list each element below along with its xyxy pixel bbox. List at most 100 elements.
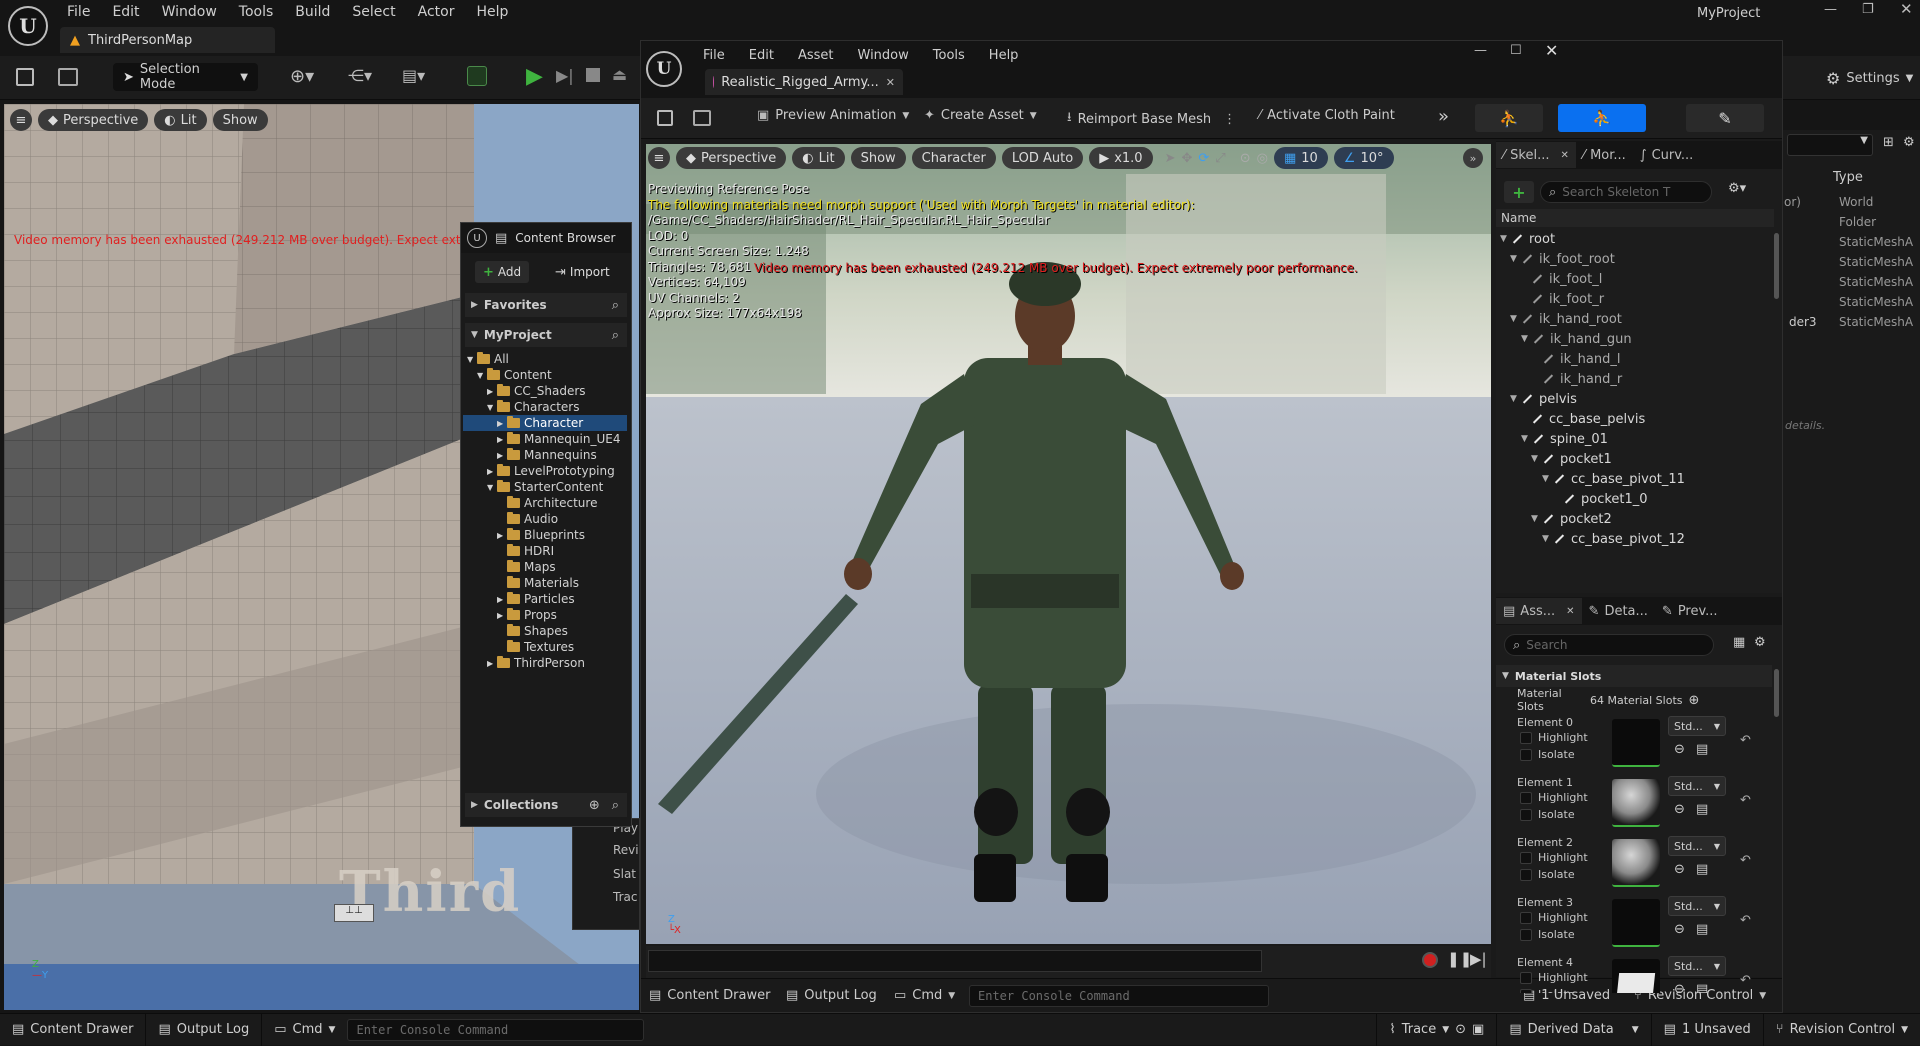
- use-selected-icon[interactable]: ⊖: [1674, 982, 1685, 993]
- expander-icon[interactable]: ▼: [1510, 394, 1521, 404]
- output-log-button[interactable]: ▤ Output Log: [146, 1013, 263, 1046]
- add-button[interactable]: + Add: [475, 261, 530, 283]
- menu-file[interactable]: File: [56, 4, 101, 20]
- bone-row[interactable]: ▼ ik_hand_gun: [1500, 329, 1772, 349]
- close-tab-icon[interactable]: ✕: [886, 76, 895, 89]
- hamburger-menu-icon[interactable]: ≡: [648, 147, 670, 169]
- folder-item[interactable]: ▶ Blueprints: [467, 527, 627, 543]
- material-thumbnail[interactable]: [1612, 839, 1660, 887]
- search-icon[interactable]: ⌕: [612, 298, 619, 313]
- use-selected-icon[interactable]: ⊖: [1674, 862, 1685, 877]
- use-selected-icon[interactable]: ⊖: [1674, 742, 1685, 757]
- expand-toolbar-icon[interactable]: »: [1438, 106, 1449, 127]
- show-button[interactable]: Show: [850, 147, 906, 169]
- bone-row[interactable]: ▼ pocket1: [1500, 449, 1772, 469]
- add-actor-icon[interactable]: ⊕▾: [290, 66, 314, 87]
- bone-row[interactable]: ▼ ik_hand_root: [1500, 309, 1772, 329]
- isolate-checkbox[interactable]: Isolate: [1520, 988, 1575, 993]
- content-drawer-button[interactable]: ▤ Content Drawer: [0, 1013, 147, 1046]
- isolate-checkbox[interactable]: Isolate: [1520, 928, 1575, 941]
- browse-asset-icon[interactable]: ▤: [1696, 922, 1708, 937]
- tab-morph[interactable]: ⁄ Mor...: [1576, 142, 1633, 168]
- browse-asset-icon[interactable]: ▤: [1696, 862, 1708, 877]
- unsaved-button[interactable]: ▤ 1 Unsaved: [1652, 1013, 1764, 1046]
- close-icon[interactable]: ✕: [1545, 41, 1558, 60]
- surface-snap-icon[interactable]: ◎: [1257, 151, 1268, 166]
- material-dropdown[interactable]: Std... ▼: [1668, 896, 1726, 916]
- expander-icon[interactable]: ▼: [1510, 314, 1521, 324]
- eject-icon[interactable]: ⏏: [612, 65, 627, 84]
- folder-item[interactable]: ▼ Characters: [467, 399, 627, 415]
- expander-icon[interactable]: ▼: [1531, 514, 1542, 524]
- settings-button[interactable]: ⚙ Settings ▼: [1826, 64, 1913, 92]
- menu-build[interactable]: Build: [284, 4, 341, 20]
- expander-icon[interactable]: ▼: [1531, 454, 1542, 464]
- pause-icon[interactable]: ❚❚: [1447, 950, 1472, 968]
- folder-item[interactable]: Audio: [467, 511, 627, 527]
- partial-menu-item[interactable]: Trac: [613, 890, 637, 904]
- character-viewport[interactable]: ≡ ◆ Perspective ◐ Lit Show Character LOD A…: [646, 144, 1491, 944]
- add-bone-button[interactable]: +: [1504, 181, 1534, 203]
- material-slots-section[interactable]: ▼ Material Slots: [1496, 665, 1772, 687]
- cloth-paint-button[interactable]: ⁄ Activate Cloth Paint: [1259, 108, 1395, 123]
- material-thumbnail[interactable]: [1612, 779, 1660, 827]
- bone-row[interactable]: ▼ spine_01: [1500, 429, 1772, 449]
- show-button[interactable]: Show: [212, 109, 268, 131]
- outliner-row[interactable]: StaticMeshA: [1783, 232, 1920, 252]
- record-trace-icon[interactable]: ⊙: [1455, 1022, 1466, 1037]
- bone-row[interactable]: ▼ cc_base_pivot_12: [1500, 529, 1772, 549]
- menu-edit[interactable]: Edit: [101, 4, 150, 20]
- reset-icon[interactable]: ↶: [1740, 793, 1751, 808]
- more-options-icon[interactable]: ⋮: [1223, 112, 1236, 127]
- player-start-icon[interactable]: ⊥⊥: [334, 904, 374, 922]
- folder-item[interactable]: ▶ Mannequin_UE4: [467, 431, 627, 447]
- console-input[interactable]: Enter Console Command: [347, 1018, 645, 1041]
- outliner-row[interactable]: Folder: [1783, 212, 1920, 232]
- close-tab-icon[interactable]: ✕: [1566, 606, 1574, 617]
- unreal-logo-icon[interactable]: U: [646, 51, 682, 87]
- expander-icon[interactable]: ▼: [1521, 434, 1532, 444]
- map-tab[interactable]: ▲ ThirdPersonMap: [60, 27, 275, 53]
- asset-tab[interactable]: Realistic_Rigged_Army... ✕: [705, 69, 903, 95]
- project-section[interactable]: ▼ MyProject ⌕: [465, 323, 627, 347]
- step-icon[interactable]: ▶|: [556, 66, 574, 85]
- record-icon[interactable]: [1422, 952, 1438, 968]
- outliner-dropdown[interactable]: ▼: [1787, 134, 1873, 156]
- lod-button[interactable]: LOD Auto: [1001, 147, 1084, 169]
- menu-window[interactable]: Window: [151, 4, 228, 20]
- material-thumbnail[interactable]: [1612, 719, 1660, 767]
- add-collection-icon[interactable]: ⊕: [589, 798, 600, 813]
- add-slot-icon[interactable]: ⊕: [1689, 693, 1700, 708]
- cmd-dropdown[interactable]: ▭ Cmd ▼: [894, 988, 955, 1003]
- expander-icon[interactable]: ▼: [1542, 474, 1553, 484]
- tab-details[interactable]: ✎ Deta...: [1582, 598, 1655, 624]
- translate-icon[interactable]: ✥: [1181, 151, 1192, 166]
- use-selected-icon[interactable]: ⊖: [1674, 802, 1685, 817]
- rotation-snap-button[interactable]: ∠ 10°: [1333, 147, 1394, 169]
- outliner-row[interactable]: or) World: [1783, 192, 1920, 212]
- folder-item[interactable]: ▶ Props: [467, 607, 627, 623]
- name-column-header[interactable]: Name: [1496, 209, 1774, 227]
- play-button[interactable]: ▶: [526, 64, 543, 89]
- bone-row[interactable]: ik_hand_l: [1500, 349, 1772, 369]
- material-dropdown[interactable]: Std... ▼: [1668, 956, 1726, 976]
- folder-item[interactable]: ▶ ThirdPerson: [467, 655, 627, 671]
- console-input[interactable]: Enter Console Command: [969, 985, 1269, 1007]
- outliner-settings-icon[interactable]: ⚙: [1903, 135, 1915, 150]
- material-dropdown[interactable]: Std... ▼: [1668, 776, 1726, 796]
- highlight-checkbox[interactable]: Highlight: [1520, 971, 1588, 984]
- favorites-section[interactable]: ▶ Favorites ⌕: [465, 293, 627, 317]
- minimize-icon[interactable]: —: [1474, 43, 1487, 58]
- folder-item[interactable]: Materials: [467, 575, 627, 591]
- unreal-logo-icon[interactable]: U: [8, 6, 48, 46]
- screenshot-icon[interactable]: ▣: [1472, 1022, 1484, 1037]
- close-tab-icon[interactable]: ✕: [1561, 150, 1569, 161]
- expander-icon[interactable]: ▼: [1542, 534, 1553, 544]
- character-button[interactable]: Character: [911, 147, 996, 169]
- table-view-icon[interactable]: ▦: [1733, 635, 1745, 650]
- hamburger-menu-icon[interactable]: ≡: [10, 109, 32, 131]
- expander-icon[interactable]: ▼: [1500, 234, 1511, 244]
- search-icon[interactable]: ⌕: [612, 328, 619, 343]
- derived-data-dropdown[interactable]: ▤ Derived Data ▼: [1497, 1013, 1652, 1046]
- reset-icon[interactable]: ↶: [1740, 973, 1751, 988]
